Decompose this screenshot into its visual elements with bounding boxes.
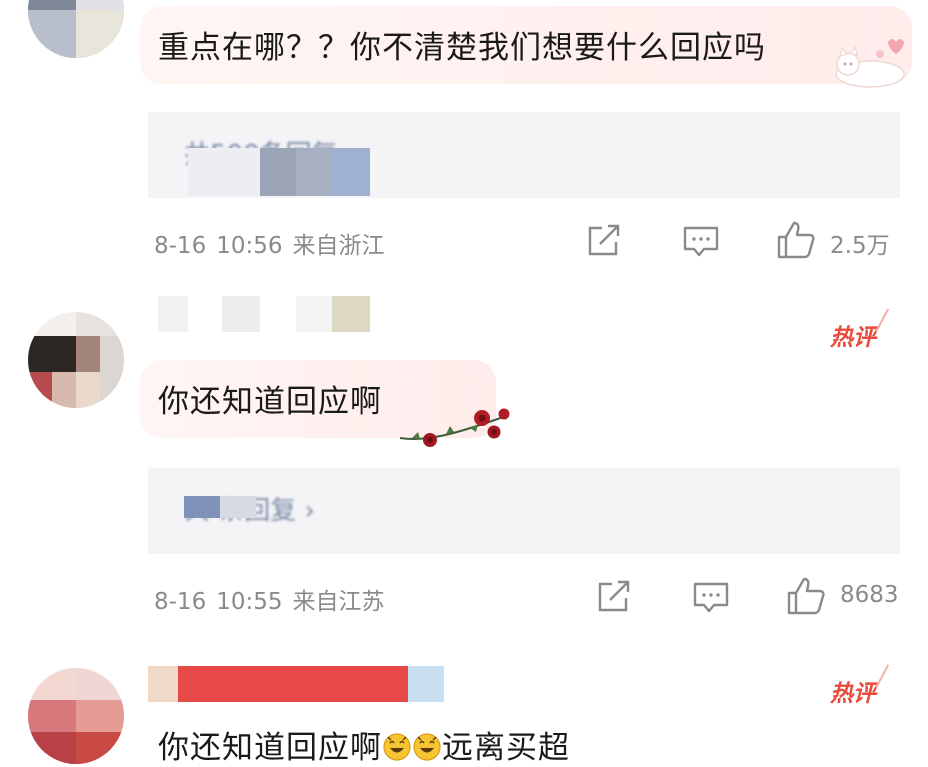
grinning-face-icon — [383, 733, 411, 761]
comment-location: 来自江苏 — [292, 589, 385, 615]
avatar[interactable] — [28, 0, 124, 58]
share-icon[interactable] — [586, 224, 622, 258]
mosaic-overlay — [332, 148, 370, 196]
like-count: 2.5万 — [830, 233, 890, 259]
comment-text: 你还知道回应啊 远离买超 — [158, 730, 570, 766]
replies-box[interactable]: 共 条回复 › — [148, 468, 900, 554]
comment-icon[interactable] — [682, 225, 720, 259]
avatar[interactable] — [28, 312, 124, 408]
mosaic-overlay — [184, 496, 220, 518]
avatar[interactable] — [28, 668, 124, 764]
replies-box[interactable]: 共500条回复 › — [148, 112, 900, 198]
rose-vine-icon — [399, 408, 510, 447]
mosaic-overlay — [188, 148, 260, 196]
username[interactable] — [158, 296, 370, 332]
hot-comment-badge: 热评 — [830, 657, 890, 708]
cat-sticker-icon — [835, 39, 905, 88]
comment-date: 8-16 — [154, 233, 207, 259]
thumbs-up-icon[interactable] — [776, 220, 816, 260]
comment-text: 重点在哪？？你不清楚我们想要什么回应吗 — [158, 30, 766, 66]
like-count: 8683 — [840, 582, 899, 608]
username[interactable] — [148, 666, 444, 702]
comment-icon[interactable] — [692, 581, 730, 615]
thumbs-up-icon[interactable] — [786, 576, 826, 616]
hot-comment-badge: 热评 — [830, 301, 890, 352]
comment-location: 来自浙江 — [292, 233, 385, 259]
grinning-face-icon — [413, 733, 441, 761]
comment-meta: 8-16 10:55 来自江苏 — [154, 582, 385, 616]
comment-date: 8-16 — [154, 589, 207, 615]
mosaic-overlay — [296, 148, 332, 196]
comment-text: 你还知道回应啊 — [158, 384, 382, 420]
mosaic-overlay — [220, 496, 256, 518]
comment-time: 10:56 — [216, 233, 283, 259]
share-icon[interactable] — [596, 580, 632, 614]
comment-meta: 8-16 10:56 来自浙江 — [154, 226, 385, 260]
mosaic-overlay — [260, 148, 296, 196]
comment-time: 10:55 — [216, 589, 283, 615]
